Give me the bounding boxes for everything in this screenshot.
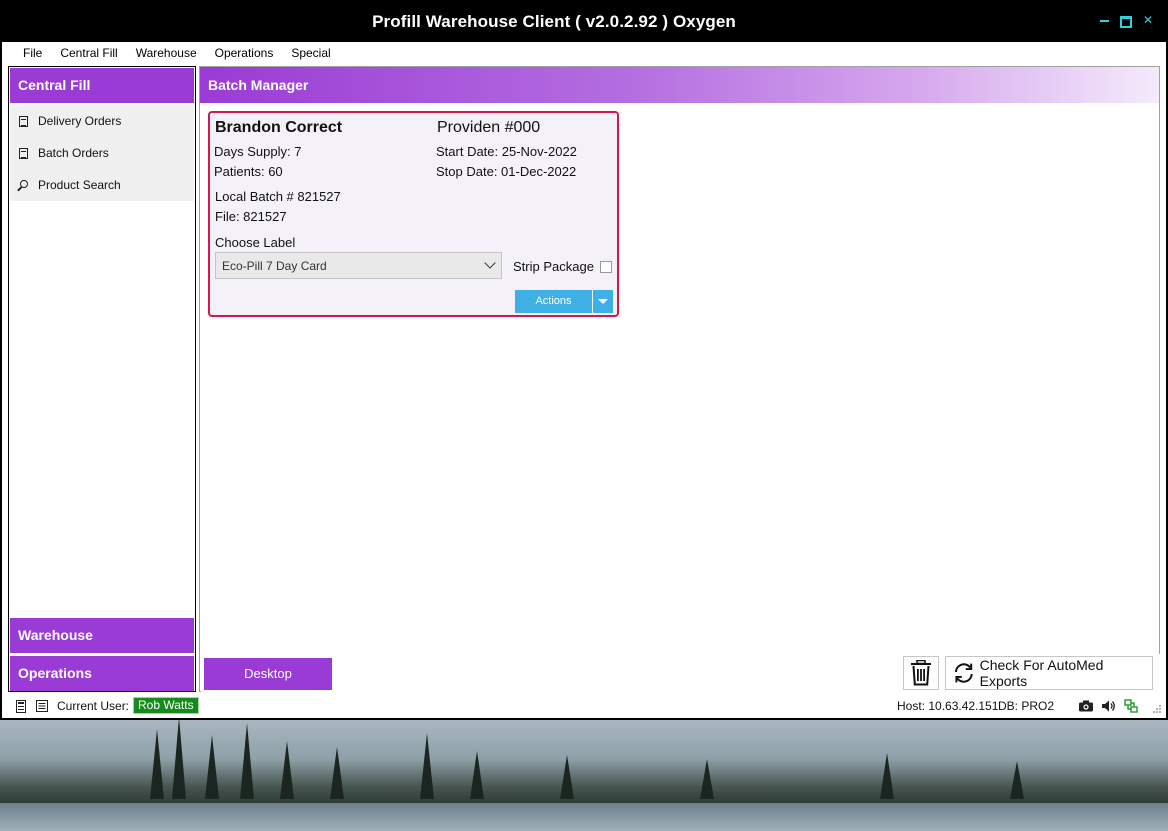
status-db: DB: PRO2 xyxy=(998,699,1055,713)
sidebar-item-label: Product Search xyxy=(38,178,121,192)
wallpaper-tree xyxy=(330,747,344,799)
page-title: Batch Manager xyxy=(200,67,1159,103)
status-bar: Current User: Rob Watts Host: 10.63.42.1… xyxy=(2,694,1166,718)
sidebar-section-central-fill[interactable]: Central Fill xyxy=(10,68,194,103)
minimize-icon[interactable] xyxy=(1098,14,1110,26)
sidebar: Central Fill Delivery Orders Batch Order… xyxy=(8,66,196,692)
batch-stop-date: Stop Date: 01-Dec-2022 xyxy=(436,164,577,179)
wallpaper-tree xyxy=(470,751,484,799)
bottom-toolbar: Desktop Check For AutoMed Exports xyxy=(201,654,1160,692)
menu-operations[interactable]: Operations xyxy=(206,46,283,60)
label-select-value: Eco-Pill 7 Day Card xyxy=(222,259,327,273)
window-controls: ✕ xyxy=(1098,14,1154,26)
wallpaper-tree xyxy=(280,741,294,799)
sidebar-item-label: Batch Orders xyxy=(38,146,109,160)
label-select[interactable]: Eco-Pill 7 Day Card xyxy=(215,252,502,279)
strip-package-checkbox[interactable] xyxy=(600,261,612,273)
sidebar-section-operations[interactable]: Operations xyxy=(10,656,194,691)
menu-file[interactable]: File xyxy=(14,46,51,60)
batch-provider: Providen #000 xyxy=(437,119,541,136)
batch-start-date: Start Date: 25-Nov-2022 xyxy=(436,144,577,159)
sidebar-item-label: Delivery Orders xyxy=(38,114,122,128)
menu-central-fill[interactable]: Central Fill xyxy=(51,46,126,60)
actions-dropdown-toggle[interactable] xyxy=(593,290,613,313)
batch-patient-name: Brandon Correct xyxy=(215,119,343,136)
main-panel: Batch Manager Brandon Correct Providen #… xyxy=(199,66,1160,692)
delete-button[interactable] xyxy=(903,656,939,690)
calculator-icon[interactable] xyxy=(14,699,28,713)
window-title: Profill Warehouse Client ( v2.0.2.92 ) O… xyxy=(372,12,736,31)
sidebar-item-batch-orders[interactable]: Batch Orders xyxy=(10,137,194,169)
sidebar-item-delivery-orders[interactable]: Delivery Orders xyxy=(10,105,194,137)
batch-local-batch: Local Batch # 821527 xyxy=(215,189,341,204)
resize-grip-icon[interactable] xyxy=(1150,702,1164,716)
current-user-badge: Rob Watts xyxy=(133,697,199,714)
choose-label-caption: Choose Label xyxy=(215,235,296,250)
wallpaper-tree xyxy=(420,733,434,799)
delivery-orders-icon xyxy=(16,114,30,128)
desktop-button[interactable]: Desktop xyxy=(204,658,332,690)
strip-package-label: Strip Package xyxy=(513,259,594,274)
wallpaper-tree xyxy=(205,735,219,799)
wallpaper-lake xyxy=(0,803,1168,831)
batch-orders-icon xyxy=(16,146,30,160)
speaker-icon[interactable] xyxy=(1102,699,1116,713)
wallpaper-tree xyxy=(172,720,186,799)
wallpaper-tree xyxy=(700,759,714,799)
wallpaper-tree xyxy=(560,755,574,799)
trash-icon xyxy=(911,660,931,686)
title-bar[interactable]: Profill Warehouse Client ( v2.0.2.92 ) O… xyxy=(0,0,1168,44)
current-user-label: Current User: xyxy=(57,699,130,713)
actions-button[interactable]: Actions xyxy=(515,290,592,313)
camera-icon[interactable] xyxy=(1079,699,1093,713)
wallpaper-tree xyxy=(150,729,164,799)
chevron-down-icon xyxy=(484,257,496,269)
sidebar-item-product-search[interactable]: Product Search xyxy=(10,169,194,201)
menu-bar: File Central Fill Warehouse Operations S… xyxy=(2,42,1166,64)
wallpaper-tree xyxy=(1010,761,1024,799)
batch-card[interactable]: Brandon Correct Providen #000 Days Suppl… xyxy=(208,111,619,317)
maximize-icon[interactable] xyxy=(1120,14,1132,26)
wallpaper-tree xyxy=(880,753,894,799)
check-automed-exports-label: Check For AutoMed Exports xyxy=(979,657,1104,689)
sidebar-list: Delivery Orders Batch Orders Product Sea… xyxy=(10,105,194,201)
search-icon xyxy=(16,178,30,192)
sidebar-section-warehouse[interactable]: Warehouse xyxy=(10,618,194,653)
wallpaper-tree xyxy=(240,723,254,799)
app-window: Profill Warehouse Client ( v2.0.2.92 ) O… xyxy=(0,0,1168,720)
menu-warehouse[interactable]: Warehouse xyxy=(127,46,206,60)
close-icon[interactable]: ✕ xyxy=(1142,14,1154,26)
status-host: Host: 10.63.42.151 xyxy=(897,699,999,713)
network-sync-icon[interactable] xyxy=(1124,699,1138,713)
desktop-wallpaper xyxy=(0,720,1168,831)
refresh-icon xyxy=(954,663,973,683)
batch-file: File: 821527 xyxy=(215,209,287,224)
batch-patients: Patients: 60 xyxy=(214,164,283,179)
menu-special[interactable]: Special xyxy=(282,46,339,60)
app-body: File Central Fill Warehouse Operations S… xyxy=(2,42,1166,718)
check-automed-exports-button[interactable]: Check For AutoMed Exports xyxy=(945,656,1153,690)
batch-days-supply: Days Supply: 7 xyxy=(214,144,302,159)
notes-icon[interactable] xyxy=(35,699,49,713)
